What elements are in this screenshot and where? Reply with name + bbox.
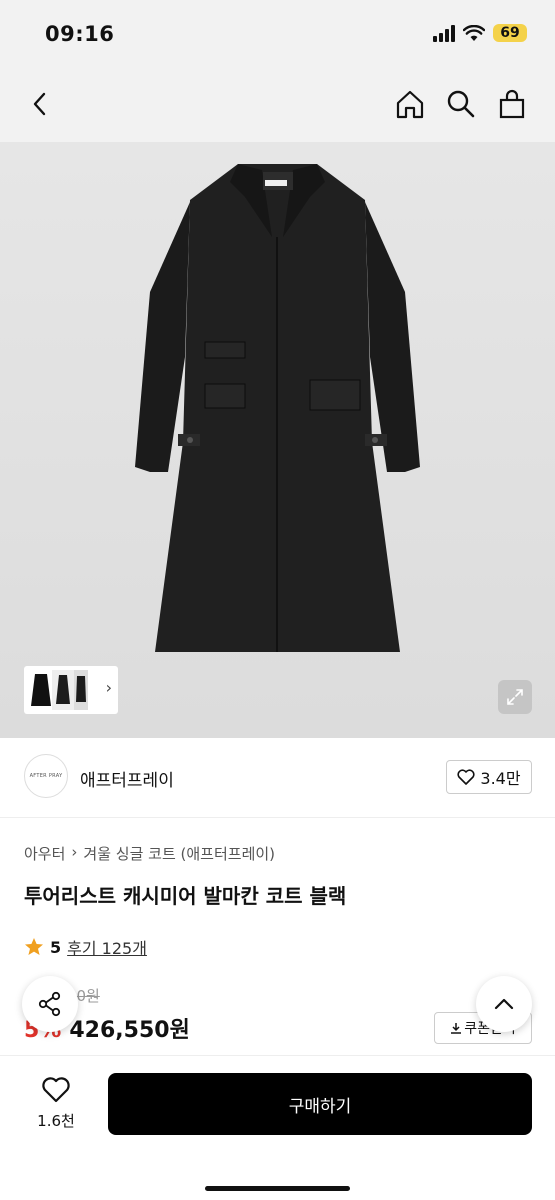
expand-icon [507, 689, 523, 705]
rating-row: 5 후기 125개 [24, 935, 147, 959]
heart-icon [42, 1077, 70, 1103]
thumbnail-3[interactable] [74, 670, 88, 710]
chevron-right-icon: › [71, 843, 78, 861]
brand-logo[interactable]: AFTER PRAY [24, 754, 68, 798]
brand-like-button[interactable]: 3.4만 [446, 760, 532, 794]
chevron-left-icon [33, 92, 46, 116]
status-bar: 09:16 69 [0, 0, 555, 70]
download-icon [451, 1023, 462, 1034]
thumbnail-1[interactable] [30, 670, 52, 710]
sale-price: 426,550원 [69, 1018, 190, 1043]
search-button[interactable] [441, 84, 481, 124]
thumbnail-2[interactable] [52, 670, 74, 710]
signal-icon [433, 24, 455, 42]
scroll-top-button[interactable] [476, 976, 532, 1032]
breadcrumb-subcategory[interactable]: 겨울 싱글 코트 (애프터프레이) [83, 843, 275, 864]
wishlist-button[interactable]: 1.6천 [28, 1076, 84, 1131]
heart-icon [457, 769, 475, 785]
home-icon [396, 90, 424, 119]
back-button[interactable] [20, 84, 60, 124]
brand-name[interactable]: 애프터프레이 [80, 766, 174, 791]
coat-image [135, 164, 420, 652]
wishlist-count: 1.6천 [37, 1112, 75, 1130]
buy-button[interactable]: 구매하기 [108, 1073, 532, 1135]
battery-indicator: 69 [493, 24, 527, 42]
cart-button[interactable] [492, 84, 532, 124]
status-time: 09:16 [45, 22, 115, 46]
thumbnail-strip[interactable]: › [24, 666, 118, 714]
status-icons: 69 [433, 24, 527, 42]
rating-value: 5 [50, 937, 62, 957]
breadcrumb: 아우터 › 겨울 싱글 코트 (애프터프레이) [24, 843, 275, 864]
home-indicator [205, 1186, 350, 1191]
breadcrumb-category[interactable]: 아우터 [24, 843, 65, 864]
expand-image-button[interactable] [498, 680, 532, 714]
brand-row[interactable]: AFTER PRAY 애프터프레이 3.4만 [0, 738, 555, 818]
search-icon [447, 90, 475, 118]
wifi-icon [463, 24, 485, 41]
top-nav [0, 70, 555, 142]
chevron-right-icon: › [105, 678, 112, 697]
shopping-bag-icon [499, 89, 525, 119]
reviews-link[interactable]: 후기 125개 [67, 935, 147, 959]
star-icon [25, 938, 43, 955]
brand-like-count: 3.4만 [480, 769, 521, 788]
share-icon [38, 991, 61, 1017]
bottom-action-bar: 1.6천 구매하기 [0, 1055, 555, 1200]
share-button[interactable] [22, 976, 78, 1032]
home-button[interactable] [390, 84, 430, 124]
product-title: 투어리스트 캐시미어 발마칸 코트 블랙 [24, 884, 347, 908]
chevron-up-icon [494, 998, 514, 1010]
product-image-carousel[interactable]: › [0, 142, 555, 738]
